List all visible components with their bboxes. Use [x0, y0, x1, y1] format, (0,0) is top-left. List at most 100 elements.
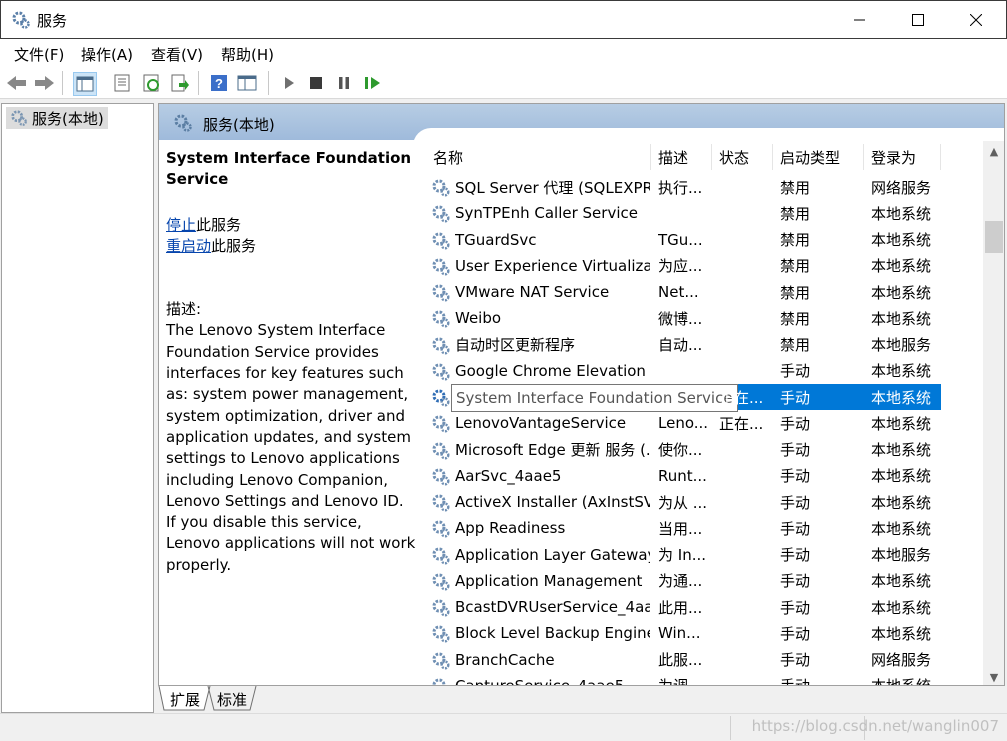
service-startup-type: 手动 — [780, 362, 811, 381]
service-logon-as: 本地系统 — [871, 257, 932, 276]
services-pane: 服务(本地) System Interface Foundation Servi… — [158, 103, 1005, 686]
table-row[interactable]: Application Layer Gateway ... 为 In... 手动 本地… — [429, 542, 941, 568]
service-status — [719, 489, 774, 515]
restart-service-button[interactable] — [362, 72, 384, 94]
service-name: Weibo — [455, 309, 502, 328]
service-logon-as: 本地系统 — [871, 467, 932, 486]
restart-service-suffix: 此服务 — [211, 236, 257, 255]
table-row[interactable]: 自动时区更新程序 自动... 禁用 本地服务 — [429, 332, 941, 358]
service-gear-icon — [432, 284, 450, 302]
service-startup-type: 手动 — [780, 441, 811, 459]
service-startup-type: 手动 — [780, 598, 811, 617]
column-header-description[interactable]: 描述 — [658, 144, 688, 170]
service-logon-as: 本地系统 — [871, 414, 932, 433]
close-button[interactable] — [947, 1, 1005, 39]
table-row[interactable]: CaptureService_4aae5 为调... 手动本地系统 — [429, 673, 941, 686]
table-row[interactable]: LenovoVantageService Leno... 正在... 手动 本地系统 — [429, 410, 941, 436]
service-description — [658, 358, 708, 384]
tab-extended[interactable]: 扩展 — [166, 686, 204, 712]
properties-button[interactable] — [111, 72, 133, 94]
menu-help[interactable]: 帮助(H) — [221, 44, 274, 65]
column-header-name[interactable]: 名称 — [433, 144, 463, 170]
tab-standard[interactable]: 标准 — [212, 686, 252, 712]
service-name: ActiveX Installer (AxInstSV) — [455, 493, 650, 511]
toolbar-separator — [198, 71, 199, 95]
table-row[interactable]: SQL Server 代理 (SQLEXPR... 执行... 禁用 网络服务 — [429, 174, 941, 200]
service-name: CaptureService_4aae5 — [455, 676, 625, 686]
console-tree-button[interactable] — [73, 72, 97, 96]
service-description: Leno... — [658, 414, 708, 433]
table-row[interactable]: Microsoft Edge 更新 服务 (... 使你... 手动 本地系统 — [429, 437, 941, 463]
table-row[interactable]: AarSvc_4aae5 Runt... 手动 本地系统 — [429, 463, 941, 489]
help-button[interactable]: ? — [208, 72, 230, 94]
table-row[interactable]: ActiveX Installer (AxInstSV) 为从 ... 手动 本地系统 — [429, 489, 941, 515]
table-row[interactable]: Google Chrome Elevation ... 手动 本地系统 — [429, 358, 941, 384]
table-row[interactable]: BranchCache 此服... 手动 网络服务 — [429, 647, 941, 673]
view-button[interactable] — [236, 72, 258, 94]
table-row[interactable]: Application Management 为通... 手动 本地系统 — [429, 568, 941, 594]
svg-text:?: ? — [215, 76, 223, 91]
menu-file[interactable]: 文件(F) — [14, 44, 64, 65]
start-service-button[interactable] — [278, 72, 300, 94]
service-description: 此用... — [658, 598, 703, 617]
back-button[interactable] — [6, 72, 28, 94]
stop-icon — [310, 77, 322, 89]
table-row[interactable]: TGuardSvc TGu... 禁用 本地系统 — [429, 227, 941, 253]
service-logon-as: 本地服务 — [871, 546, 932, 564]
restart-service-line: 重启动此服务 — [166, 236, 416, 257]
scroll-down-icon[interactable]: ▼ — [983, 667, 1004, 685]
service-status — [719, 200, 774, 226]
table-row[interactable]: App Readiness 当用... 手动 本地系统 — [429, 515, 941, 541]
table-row[interactable]: System Interface Foundation Service 正在...… — [429, 384, 941, 412]
service-gear-icon — [432, 179, 450, 197]
service-description: 为应... — [658, 257, 703, 276]
service-startup-type: 手动 — [780, 414, 811, 433]
menu-action[interactable]: 操作(A) — [81, 44, 133, 65]
maximize-button[interactable] — [889, 1, 947, 39]
service-logon-as: 本地系统 — [871, 624, 932, 643]
service-gear-icon — [432, 363, 450, 381]
scroll-thumb[interactable] — [985, 221, 1003, 253]
service-gear-icon — [432, 599, 450, 617]
table-row[interactable]: Block Level Backup Engine ... Win... 手动 本地系… — [429, 620, 941, 646]
column-header-status[interactable]: 状态 — [719, 144, 749, 170]
minimize-button[interactable] — [831, 1, 889, 39]
stop-service-link[interactable]: 停止 — [166, 216, 196, 234]
menu-view[interactable]: 查看(V) — [151, 44, 203, 65]
stop-service-line: 停止此服务 — [166, 215, 416, 236]
service-gear-icon — [432, 337, 450, 354]
service-description: 使你... — [658, 441, 703, 459]
table-row[interactable]: User Experience Virtualizat... 为应... 禁用 本地系… — [429, 253, 941, 279]
refresh-button[interactable] — [141, 72, 163, 94]
column-divider — [650, 144, 651, 170]
toolbar: ? — [0, 67, 1007, 99]
pause-service-button[interactable] — [333, 72, 355, 94]
restart-service-link[interactable]: 重启动 — [166, 237, 211, 255]
service-startup-type: 手动 — [780, 388, 811, 407]
service-status — [719, 542, 774, 568]
service-status — [719, 358, 774, 384]
table-row[interactable]: VMware NAT Service Net... 禁用 本地系统 — [429, 279, 941, 305]
service-gear-icon — [432, 652, 450, 669]
vertical-scrollbar[interactable]: ▲ ▼ — [983, 141, 1004, 685]
service-logon-as: 网络服务 — [871, 651, 932, 669]
service-name: BranchCache — [455, 650, 555, 669]
status-bar: https://blog.csdn.net/wanglin007 — [0, 713, 1007, 741]
service-status — [719, 305, 774, 331]
forward-button[interactable] — [33, 72, 55, 94]
table-row[interactable]: SynTPEnh Caller Service 禁用 本地系统 — [429, 200, 941, 226]
scroll-up-icon[interactable]: ▲ — [983, 141, 1004, 161]
service-logon-as: 本地系统 — [871, 309, 932, 328]
service-status — [719, 673, 774, 685]
column-header-startup-type[interactable]: 启动类型 — [780, 144, 840, 170]
column-header-logon-as[interactable]: 登录为 — [871, 144, 916, 170]
export-button[interactable] — [169, 72, 191, 94]
tree-node-services-local[interactable]: 服务(本地) — [6, 107, 108, 129]
stop-service-button[interactable] — [305, 72, 327, 94]
view-icon — [237, 75, 257, 91]
table-row[interactable]: Weibo 微博... 禁用 本地系统 — [429, 305, 941, 331]
service-startup-type: 手动 — [780, 467, 811, 486]
service-name: SynTPEnh Caller Service — [455, 204, 638, 223]
stop-service-suffix: 此服务 — [196, 215, 242, 234]
table-row[interactable]: BcastDVRUserService_4aae5 此用... 手动 本地系统 — [429, 594, 941, 620]
